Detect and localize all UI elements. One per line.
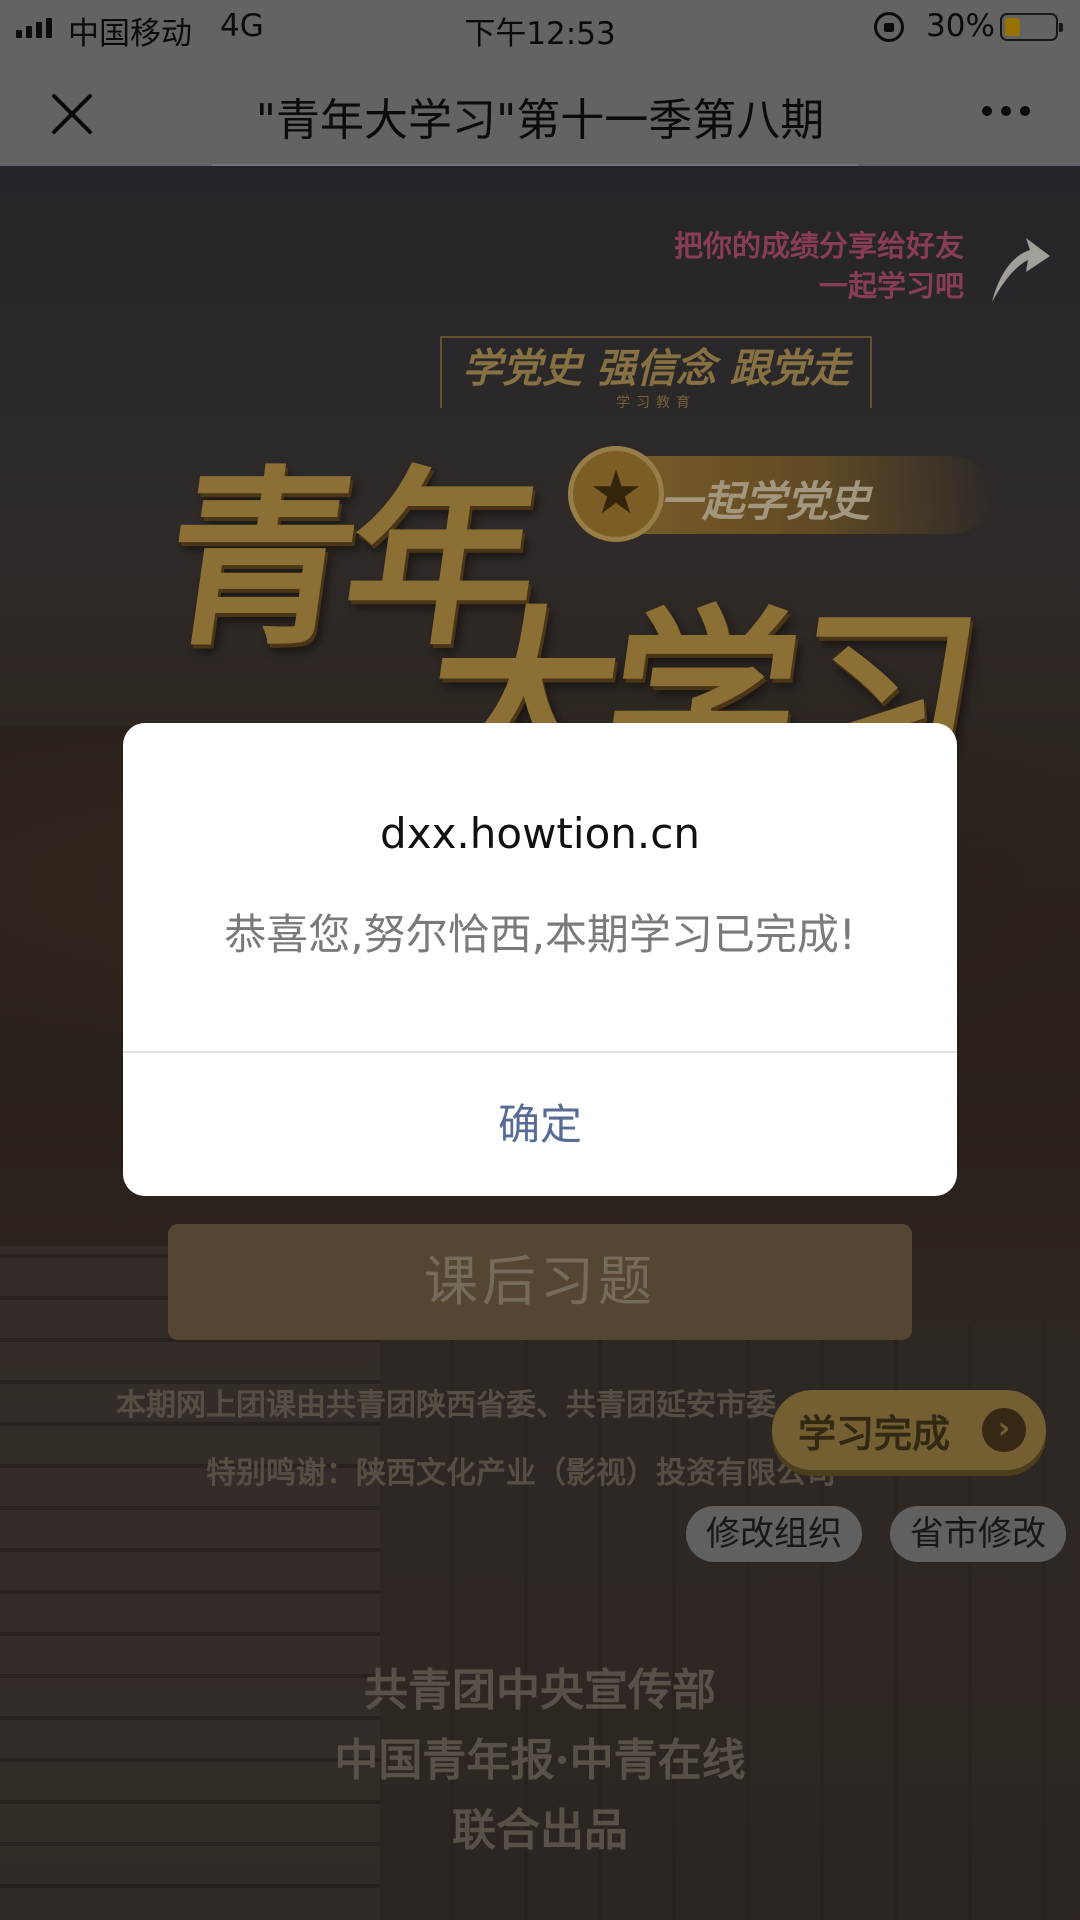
confirm-button[interactable]: 确定	[123, 1053, 957, 1196]
dialog-title: dxx.howtion.cn	[380, 809, 700, 858]
alert-dialog: dxx.howtion.cn 恭喜您,努尔恰西,本期学习已完成! 确定	[123, 723, 957, 1196]
dialog-message: 恭喜您,努尔恰西,本期学习已完成!	[224, 910, 856, 959]
